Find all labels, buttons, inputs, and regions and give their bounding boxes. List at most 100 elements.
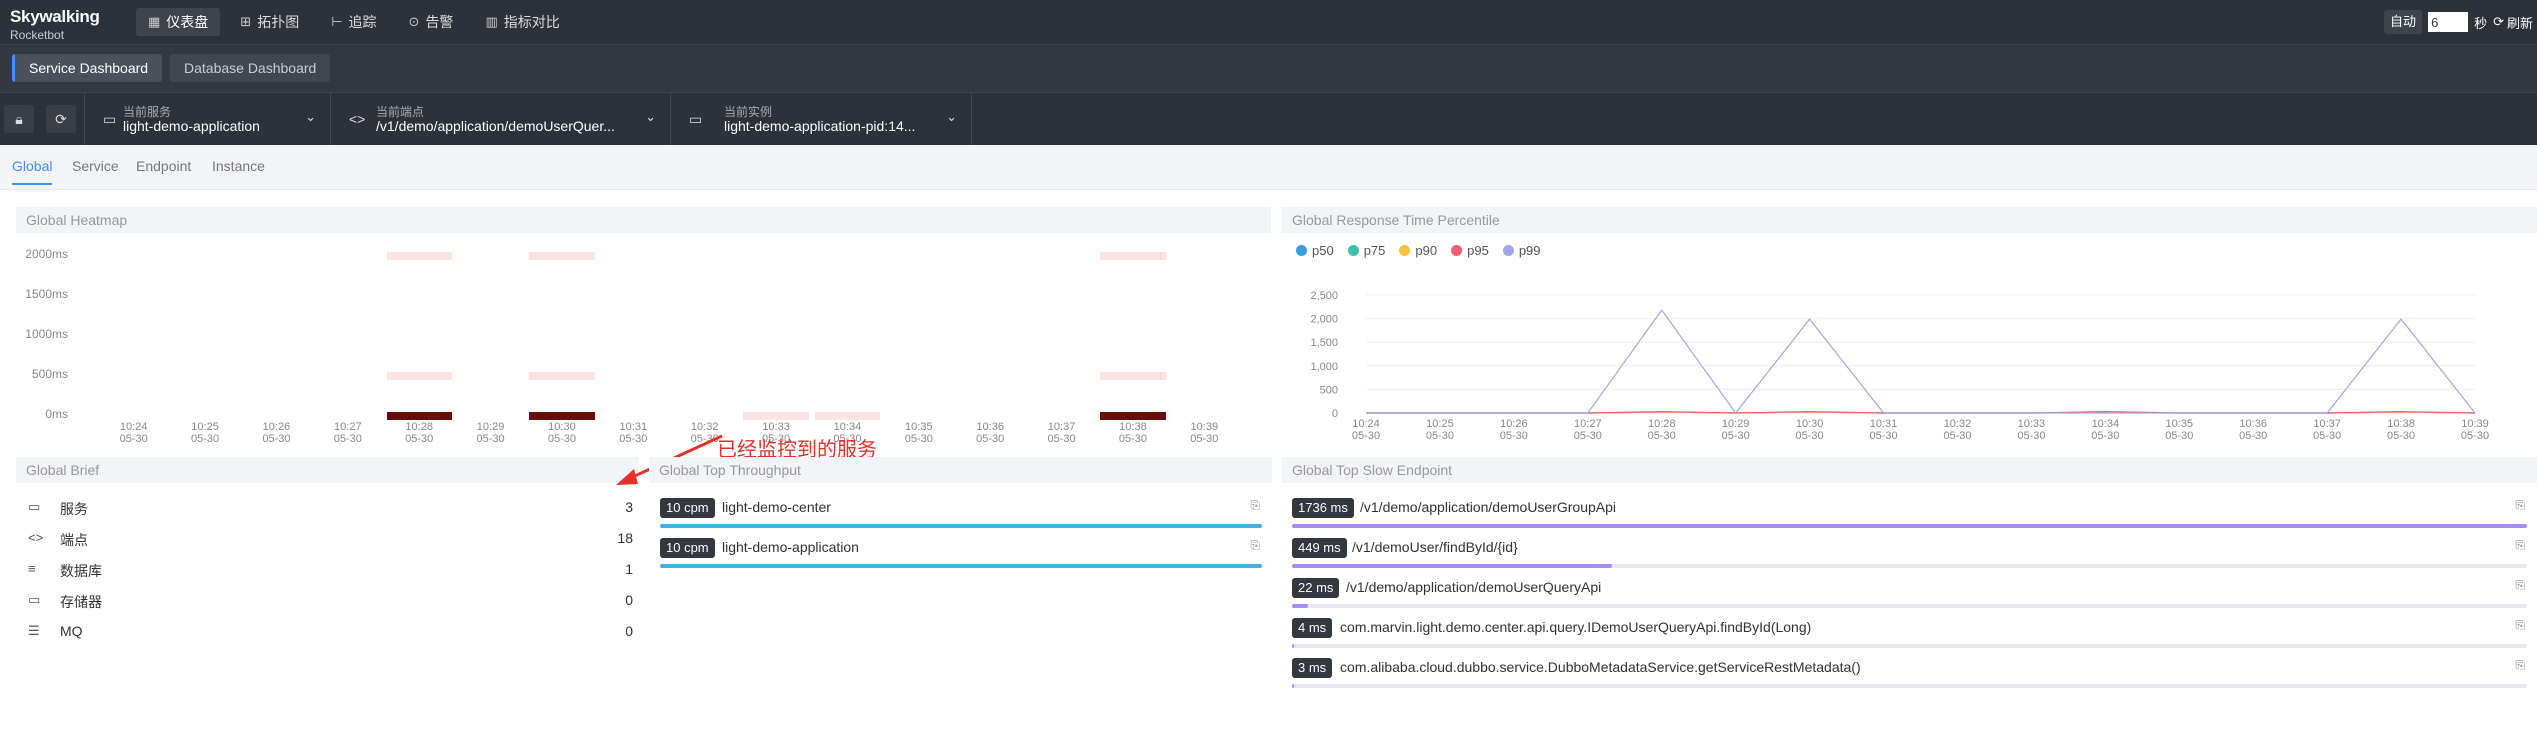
- service-selector[interactable]: ▭ 当前服务 light-demo-application ⌄: [84, 93, 330, 146]
- x-date: 05-30: [119, 433, 148, 445]
- progress-track: [1292, 524, 2527, 528]
- legend-item-p50[interactable]: p50: [1296, 243, 1334, 258]
- throughput-item[interactable]: 10 cpm light-demo-application ⎘: [660, 538, 1262, 578]
- tab-database-dashboard[interactable]: Database Dashboard: [170, 54, 331, 82]
- instance-selector[interactable]: ▭ 当前实例 light-demo-application-pid:14... …: [670, 93, 972, 146]
- heatmap-y-label: 0ms: [45, 407, 68, 421]
- x-time: 10:34: [833, 421, 862, 433]
- auto-button[interactable]: 自动: [2384, 10, 2423, 34]
- x-tick-sublabel: 05-30: [2461, 430, 2489, 442]
- seconds-label: 秒: [2474, 15, 2488, 31]
- brief-row-2: ≡ 数据库 1: [28, 560, 633, 580]
- x-date: 05-30: [1047, 433, 1076, 445]
- service-icon: ▭: [103, 111, 117, 127]
- brief-label: 端点: [60, 532, 88, 548]
- endpoint-selector-value: /v1/demo/application/demoUserQuer...: [376, 118, 615, 134]
- logo[interactable]: Skywalking Rocketbot: [10, 7, 100, 42]
- x-tick-label: 10:39: [2461, 418, 2489, 430]
- slow-item[interactable]: 4 ms com.marvin.light.demo.center.api.que…: [1292, 618, 2527, 658]
- slow-item[interactable]: 22 ms/v1/demo/application/demoUserQueryA…: [1292, 578, 2527, 618]
- x-tick-sublabel: 05-30: [2239, 430, 2267, 442]
- nav-label: 追踪: [348, 14, 377, 30]
- nav-item-1[interactable]: ⊞ 拓扑图: [228, 8, 311, 36]
- copy-icon[interactable]: ⎘: [2515, 618, 2525, 633]
- slow-item[interactable]: 1736 ms/v1/demo/application/demoUserGrou…: [1292, 498, 2527, 538]
- x-time: 10:26: [262, 421, 291, 433]
- x-tick-sublabel: 05-30: [1426, 430, 1454, 442]
- nav-label: 仪表盘: [166, 14, 209, 30]
- x-tick-sublabel: 05-30: [2017, 430, 2045, 442]
- copy-icon[interactable]: ⎘: [1250, 498, 1260, 513]
- nav-item-3[interactable]: ⊙ 告警: [397, 8, 466, 36]
- x-time: 10:35: [905, 421, 933, 433]
- nav-item-0[interactable]: ▦ 仪表盘: [136, 8, 221, 36]
- x-tick-label: 10:28: [1648, 418, 1676, 430]
- heatmap-x-label: 10:27 05-30: [328, 421, 368, 445]
- brief-value: 1: [625, 561, 633, 577]
- copy-icon[interactable]: ⎘: [1250, 538, 1260, 553]
- heatmap-x-label: 10:26 05-30: [256, 421, 296, 445]
- heatmap-cell[interactable]: [529, 252, 595, 260]
- tab-service-dashboard[interactable]: Service Dashboard: [12, 54, 163, 82]
- brief-label: 存储器: [60, 594, 102, 610]
- value-badge: 10 cpm: [660, 538, 715, 558]
- x-tick-sublabel: 05-30: [1574, 430, 1602, 442]
- copy-icon[interactable]: ⎘: [2515, 658, 2525, 673]
- brief-value: 3: [625, 499, 633, 515]
- heatmap-cell[interactable]: [1100, 372, 1166, 380]
- x-tick-sublabel: 05-30: [1500, 430, 1528, 442]
- refresh-button[interactable]: ⟳ 刷新: [2493, 13, 2533, 32]
- x-tick-label: 10:24: [1352, 418, 1380, 430]
- slow-item[interactable]: 449 ms/v1/demoUser/findById/{id} ⎘: [1292, 538, 2527, 578]
- progress-fill: [1292, 564, 1612, 568]
- interval-input[interactable]: [2428, 12, 2469, 32]
- legend-item-p95[interactable]: p95: [1451, 243, 1489, 258]
- x-time: 10:27: [334, 421, 362, 433]
- refresh-label: 刷新: [2506, 15, 2533, 31]
- percentile-title: Global Response Time Percentile: [1282, 207, 2537, 233]
- nav-item-2[interactable]: ⊢ 追踪: [319, 8, 388, 36]
- heatmap-cell[interactable]: [386, 252, 452, 260]
- progress-track: [660, 564, 1262, 568]
- heatmap-cell[interactable]: [386, 372, 452, 380]
- value-badge: 22 ms: [1292, 578, 1340, 598]
- heatmap-y-label: 500ms: [31, 367, 68, 381]
- heatmap-cell[interactable]: [386, 412, 452, 420]
- heatmap-cell[interactable]: [743, 412, 809, 420]
- legend-label: p95: [1467, 243, 1489, 258]
- reload-button[interactable]: ⟳: [46, 105, 76, 133]
- x-time: 10:36: [976, 421, 1004, 433]
- tab-endpoint[interactable]: Endpoint: [136, 158, 191, 174]
- legend-item-p90[interactable]: p90: [1399, 243, 1437, 258]
- copy-icon[interactable]: ⎘: [2515, 578, 2525, 593]
- heatmap-cell[interactable]: [529, 372, 595, 380]
- slow-item[interactable]: 3 ms com.alibaba.cloud.dubbo.service.Dubb…: [1292, 658, 2527, 698]
- nav-item-4[interactable]: ▥ 指标对比: [473, 8, 571, 36]
- item-name: /v1/demo/application/demoUserGroupApi: [1360, 499, 1617, 515]
- endpoint-selector[interactable]: <> 当前端点 /v1/demo/application/demoUserQue…: [330, 93, 670, 146]
- tab-service[interactable]: Service: [72, 158, 119, 174]
- x-time: 10:39: [1190, 421, 1219, 433]
- tab-instance[interactable]: Instance: [212, 158, 265, 174]
- heatmap-cell[interactable]: [814, 412, 881, 420]
- heatmap-cell[interactable]: [1100, 252, 1166, 260]
- heatmap-cell[interactable]: [529, 412, 595, 420]
- x-tick-label: 10:32: [1944, 418, 1972, 430]
- legend-item-p75[interactable]: p75: [1347, 243, 1385, 258]
- legend-item-p99[interactable]: p99: [1502, 243, 1541, 258]
- throughput-item[interactable]: 10 cpm light-demo-center ⎘: [660, 498, 1262, 538]
- top-navbar: Skywalking Rocketbot ▦ 仪表盘 ⊞ 拓扑图 ⊢ 追踪 ⊙ 告警 ▥ 指标对比…: [0, 0, 2537, 44]
- tab-global[interactable]: Global: [12, 158, 53, 185]
- nav-label: 指标对比: [503, 14, 560, 30]
- x-date: 05-30: [190, 433, 220, 445]
- heatmap-cell[interactable]: [1100, 412, 1166, 420]
- progress-fill: [660, 564, 1262, 568]
- y-tick-label: 2,000: [1310, 314, 1338, 326]
- nav-label: 拓扑图: [257, 14, 300, 30]
- progress-track: [660, 524, 1262, 528]
- progress-track: [1292, 564, 2527, 568]
- copy-icon[interactable]: ⎘: [2515, 538, 2525, 553]
- series-line-p99[interactable]: [1366, 309, 2476, 414]
- lock-button[interactable]: 🔒︎: [4, 105, 34, 133]
- copy-icon[interactable]: ⎘: [2515, 498, 2525, 513]
